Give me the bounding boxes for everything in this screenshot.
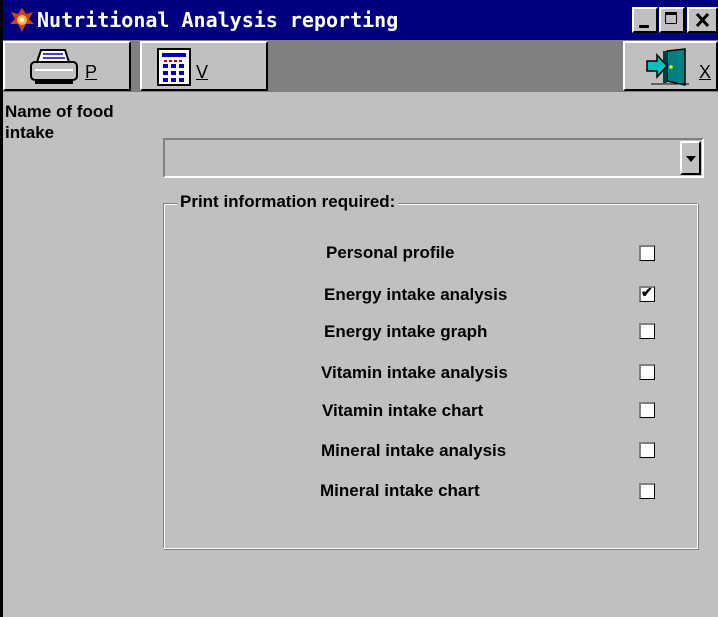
close-button[interactable]	[687, 7, 718, 33]
printer-icon	[30, 49, 78, 84]
option-label-personal-profile: Personal profile	[326, 243, 455, 262]
checkbox-energy-intake-graph[interactable]	[639, 323, 655, 339]
checkbox-energy-intake-analysis[interactable]: ✔	[639, 284, 655, 302]
print-shortcut-label: P	[85, 62, 98, 82]
view-shortcut-label: V	[196, 62, 209, 82]
dropdown-button[interactable]	[680, 141, 701, 175]
option-label-vitamin-intake-analysis: Vitamin intake analysis	[321, 363, 508, 382]
checkbox-mineral-intake-chart[interactable]	[639, 483, 655, 499]
exit-shortcut-label: X	[699, 62, 712, 82]
checkbox-mineral-intake-analysis[interactable]	[639, 442, 655, 458]
report-window: Nutritional Analysis reporting P V X Nam…	[0, 0, 718, 617]
window-title: Nutritional Analysis reporting	[37, 8, 399, 32]
view-button[interactable]: V	[140, 41, 268, 91]
minimize-icon	[639, 25, 649, 28]
app-icon	[10, 8, 34, 32]
option-label-energy-intake-analysis: Energy intake analysis	[324, 285, 508, 304]
option-label-mineral-intake-chart: Mineral intake chart	[320, 481, 480, 500]
option-label-vitamin-intake-chart: Vitamin intake chart	[322, 401, 484, 420]
exit-door-icon	[646, 48, 689, 86]
checkbox-personal-profile[interactable]	[639, 245, 655, 261]
exit-button[interactable]: X	[623, 41, 718, 91]
toolbar: P V X	[3, 40, 718, 92]
maximize-button[interactable]	[659, 7, 685, 33]
check-mark: ✔	[641, 284, 653, 300]
checkbox-vitamin-intake-chart[interactable]	[639, 402, 655, 418]
checkbox-vitamin-intake-analysis[interactable]	[639, 364, 655, 380]
minimize-button[interactable]	[632, 7, 658, 33]
maximize-icon	[665, 12, 677, 24]
print-options-legend: Print information required:	[177, 191, 399, 213]
close-icon	[695, 12, 710, 28]
option-label-energy-intake-graph: Energy intake graph	[324, 322, 488, 341]
food-intake-combobox[interactable]	[163, 138, 704, 178]
chevron-down-icon	[686, 156, 696, 162]
food-intake-label: Name of food intake	[5, 102, 114, 142]
print-button[interactable]: P	[3, 41, 131, 91]
title-bar[interactable]: Nutritional Analysis reporting	[3, 0, 718, 40]
option-label-mineral-intake-analysis: Mineral intake analysis	[321, 441, 507, 460]
report-view-icon	[157, 48, 191, 86]
